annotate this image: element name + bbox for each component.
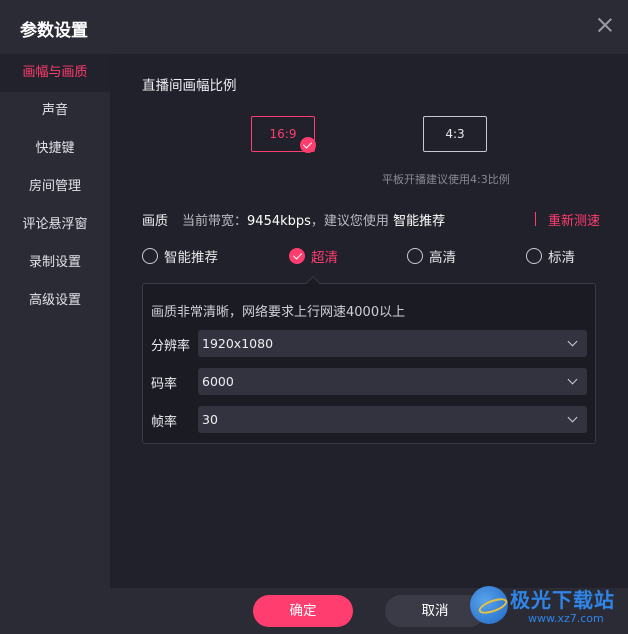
radio-icon	[407, 248, 423, 264]
dialog-footer: 确定 取消	[0, 588, 628, 634]
bitrate-select[interactable]: 6000	[198, 368, 587, 395]
suggest-text: ，建议您使用	[310, 214, 389, 229]
retest-link[interactable]: 重新测速	[548, 210, 600, 229]
bitrate-value: 6000	[202, 374, 234, 389]
settings-content: 直播间画幅比例 16:9 4:3 平板开播建议使用4:3比例 画质 当前带宽：94…	[110, 54, 628, 588]
quality-radio-standard[interactable]: 标清	[526, 246, 575, 266]
quality-radio-ultra[interactable]: 超清	[289, 246, 338, 266]
ratio-16-9-label: 16:9	[269, 127, 297, 141]
resolution-value: 1920x1080	[202, 336, 274, 351]
cancel-button[interactable]: 取消	[385, 595, 485, 627]
radio-label: 高清	[429, 250, 456, 266]
sidebar-item-hotkeys[interactable]: 快捷键	[0, 130, 110, 168]
chevron-down-icon	[567, 336, 578, 347]
resolution-label: 分辨率	[151, 339, 191, 354]
sidebar-item-resolution-quality[interactable]: 画幅与画质	[0, 54, 110, 92]
check-icon	[300, 137, 316, 153]
quality-description: 画质非常清晰，网络要求上行网速4000以上	[151, 305, 406, 320]
framerate-label: 帧率	[151, 415, 178, 430]
radio-icon	[526, 248, 542, 264]
radio-checked-icon	[289, 248, 305, 264]
radio-label: 智能推荐	[164, 250, 218, 266]
quality-radio-smart[interactable]: 智能推荐	[142, 246, 218, 266]
quality-detail-panel: 画质非常清晰，网络要求上行网速4000以上 分辨率 1920x1080 码率 6…	[142, 283, 596, 444]
quality-label: 画质	[142, 214, 169, 229]
aspect-ratio-title: 直播间画幅比例	[142, 78, 237, 94]
quality-info: 画质 当前带宽：9454kbps，建议您使用 智能推荐	[142, 210, 445, 229]
bitrate-label: 码率	[151, 377, 178, 392]
radio-label: 标清	[548, 250, 575, 266]
sidebar-item-room-management[interactable]: 房间管理	[0, 168, 110, 206]
framerate-select[interactable]: 30	[198, 406, 587, 433]
suggest-value: 智能推荐	[393, 214, 446, 229]
sidebar-item-recording[interactable]: 录制设置	[0, 244, 110, 282]
ratio-16-9-option[interactable]: 16:9	[251, 116, 316, 153]
radio-icon	[142, 248, 158, 264]
quality-radio-high[interactable]: 高清	[407, 246, 456, 266]
sidebar: 画幅与画质 声音 快捷键 房间管理 评论悬浮窗 录制设置 高级设置	[0, 54, 110, 588]
dialog-title: 参数设置	[20, 21, 88, 41]
chevron-down-icon	[567, 412, 578, 423]
close-icon[interactable]	[596, 16, 614, 34]
chevron-down-icon	[567, 374, 578, 385]
sidebar-item-comment-overlay[interactable]: 评论悬浮窗	[0, 206, 110, 244]
resolution-select[interactable]: 1920x1080	[198, 330, 587, 357]
title-bar: 参数设置	[0, 0, 628, 54]
framerate-value: 30	[202, 412, 218, 427]
ratio-4-3-label: 4:3	[445, 127, 465, 141]
ratio-4-3-option[interactable]: 4:3	[423, 116, 487, 152]
sidebar-item-advanced[interactable]: 高级设置	[0, 282, 110, 320]
radio-label: 超清	[311, 250, 338, 266]
bandwidth-text: 当前带宽：	[182, 214, 248, 229]
aspect-hint: 平板开播建议使用4:3比例	[382, 173, 510, 186]
retest-divider	[535, 212, 536, 226]
bandwidth-value: 9454kbps	[247, 214, 311, 229]
confirm-button[interactable]: 确定	[253, 595, 353, 627]
sidebar-item-audio[interactable]: 声音	[0, 92, 110, 130]
